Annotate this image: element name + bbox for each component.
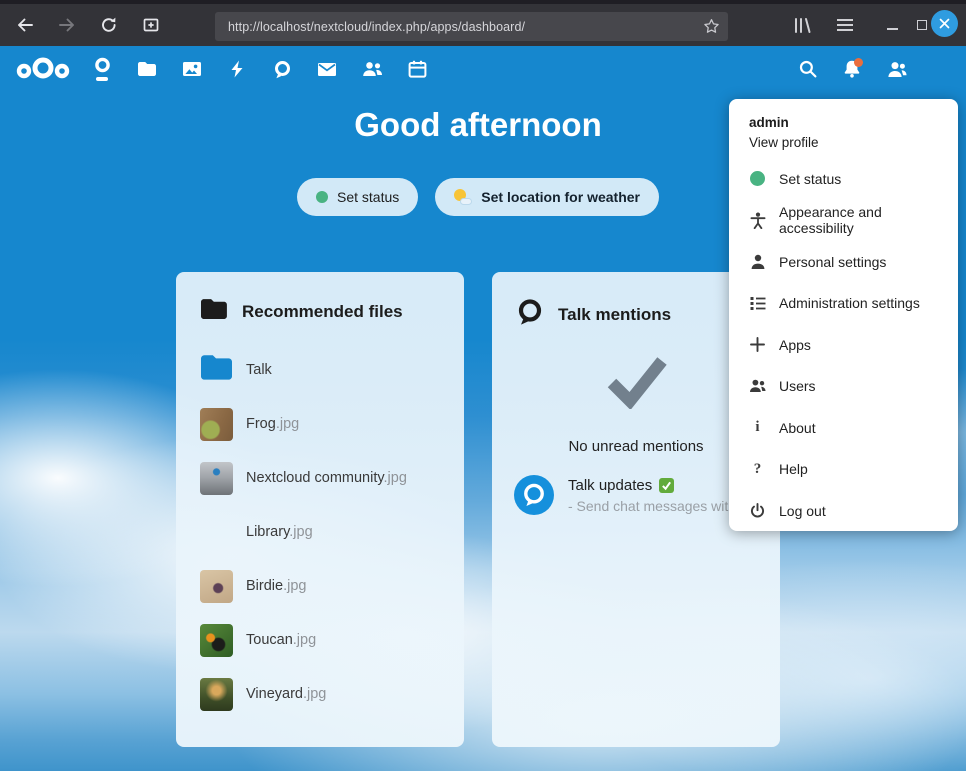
talk-icon <box>516 298 544 331</box>
url-text[interactable]: http://localhost/nextcloud/index.php/app… <box>228 20 703 34</box>
sun-cloud-icon <box>454 189 472 205</box>
file-row-talk[interactable]: Talk <box>200 343 444 397</box>
menu-item-personal-settings[interactable]: Personal settings <box>729 241 958 283</box>
app-icon-talk[interactable] <box>272 52 292 86</box>
quick-actions: Set status Set location for weather <box>176 178 780 216</box>
search-icon[interactable] <box>796 46 820 92</box>
open-in-window-icon[interactable] <box>142 16 160 34</box>
app-navigation <box>92 46 427 92</box>
notification-badge-dot <box>854 58 863 67</box>
file-row-toucan[interactable]: Toucan.jpg <box>200 613 444 667</box>
hamburger-menu-icon[interactable] <box>834 4 856 46</box>
big-checkmark-icon <box>600 353 672 409</box>
back-button[interactable] <box>16 16 34 34</box>
file-row-birdie[interactable]: Birdie.jpg <box>200 559 444 613</box>
menu-item-users[interactable]: Users <box>729 366 958 408</box>
info-icon: i <box>749 419 766 436</box>
green-check-icon <box>659 478 674 493</box>
nextcloud-header: A <box>0 46 966 92</box>
browser-chrome: http://localhost/nextcloud/index.php/app… <box>0 0 966 46</box>
blue-folder-icon <box>200 354 233 386</box>
file-thumbnail <box>200 624 233 657</box>
menu-item-apps[interactable]: Apps <box>729 324 958 366</box>
file-thumbnail <box>200 678 233 711</box>
bookmark-star-icon[interactable] <box>703 18 720 35</box>
file-thumbnail <box>200 408 233 441</box>
talk-app-icon <box>514 475 554 515</box>
user-icon <box>749 253 766 270</box>
app-icon-mail[interactable] <box>317 52 337 86</box>
menu-item-administration-settings[interactable]: Administration settings <box>729 283 958 325</box>
menu-item-set-status[interactable]: Set status <box>729 158 958 200</box>
close-button[interactable] <box>931 10 958 37</box>
set-status-button[interactable]: Set status <box>297 178 418 216</box>
set-weather-location-button[interactable]: Set location for weather <box>435 178 659 216</box>
maximize-button[interactable] <box>914 4 930 46</box>
status-dot-icon <box>316 191 328 203</box>
talk-item-subtitle: - Send chat messages witho <box>568 498 744 514</box>
recommended-files-card: Recommended files Talk Frog.jpg Nextclou… <box>176 272 464 747</box>
question-icon: ? <box>749 461 766 478</box>
app-icon-calendar[interactable] <box>407 52 427 86</box>
reload-button[interactable] <box>100 16 118 34</box>
minimize-button[interactable] <box>884 4 900 46</box>
file-thumbnail <box>200 516 233 549</box>
user-menu: admin View profile Set status Appearance… <box>729 99 958 531</box>
forward-button[interactable] <box>58 16 76 34</box>
url-bar[interactable]: http://localhost/nextcloud/index.php/app… <box>215 12 728 41</box>
file-row-vineyard[interactable]: Vineyard.jpg <box>200 667 444 721</box>
folder-icon <box>200 298 228 325</box>
menu-profile-block[interactable]: admin View profile <box>729 111 958 158</box>
app-icon-activity[interactable] <box>227 52 247 86</box>
app-icon-photos[interactable] <box>182 52 202 86</box>
menu-username: admin <box>749 115 938 130</box>
file-row-nextcloud-community[interactable]: Nextcloud community.jpg <box>200 451 444 505</box>
view-profile-link[interactable]: View profile <box>749 135 938 150</box>
accessibility-icon <box>749 212 766 229</box>
file-thumbnail <box>200 462 233 495</box>
menu-item-about[interactable]: i About <box>729 407 958 449</box>
card-title: Recommended files <box>242 302 403 322</box>
power-icon <box>749 502 766 519</box>
status-dot-icon <box>749 170 766 187</box>
plus-icon <box>749 336 766 353</box>
users-icon <box>749 378 766 395</box>
library-icon[interactable] <box>791 4 813 46</box>
active-app-indicator <box>96 77 108 81</box>
menu-item-appearance-accessibility[interactable]: Appearance and accessibility <box>729 200 958 242</box>
menu-item-log-out[interactable]: Log out <box>729 490 958 532</box>
app-icon-contacts[interactable] <box>362 52 382 86</box>
file-row-frog[interactable]: Frog.jpg <box>200 397 444 451</box>
app-icon-dashboard[interactable] <box>92 52 112 86</box>
menu-item-help[interactable]: ? Help <box>729 449 958 491</box>
app-icon-files[interactable] <box>137 52 157 86</box>
settings-list-icon <box>749 295 766 312</box>
nextcloud-logo[interactable] <box>15 55 71 88</box>
greeting-heading: Good afternoon <box>176 106 780 144</box>
contacts-menu-icon[interactable] <box>884 46 908 92</box>
file-thumbnail <box>200 570 233 603</box>
notifications-bell-icon[interactable] <box>840 46 864 92</box>
file-row-library[interactable]: Library.jpg <box>200 505 444 559</box>
card-title: Talk mentions <box>558 305 671 325</box>
